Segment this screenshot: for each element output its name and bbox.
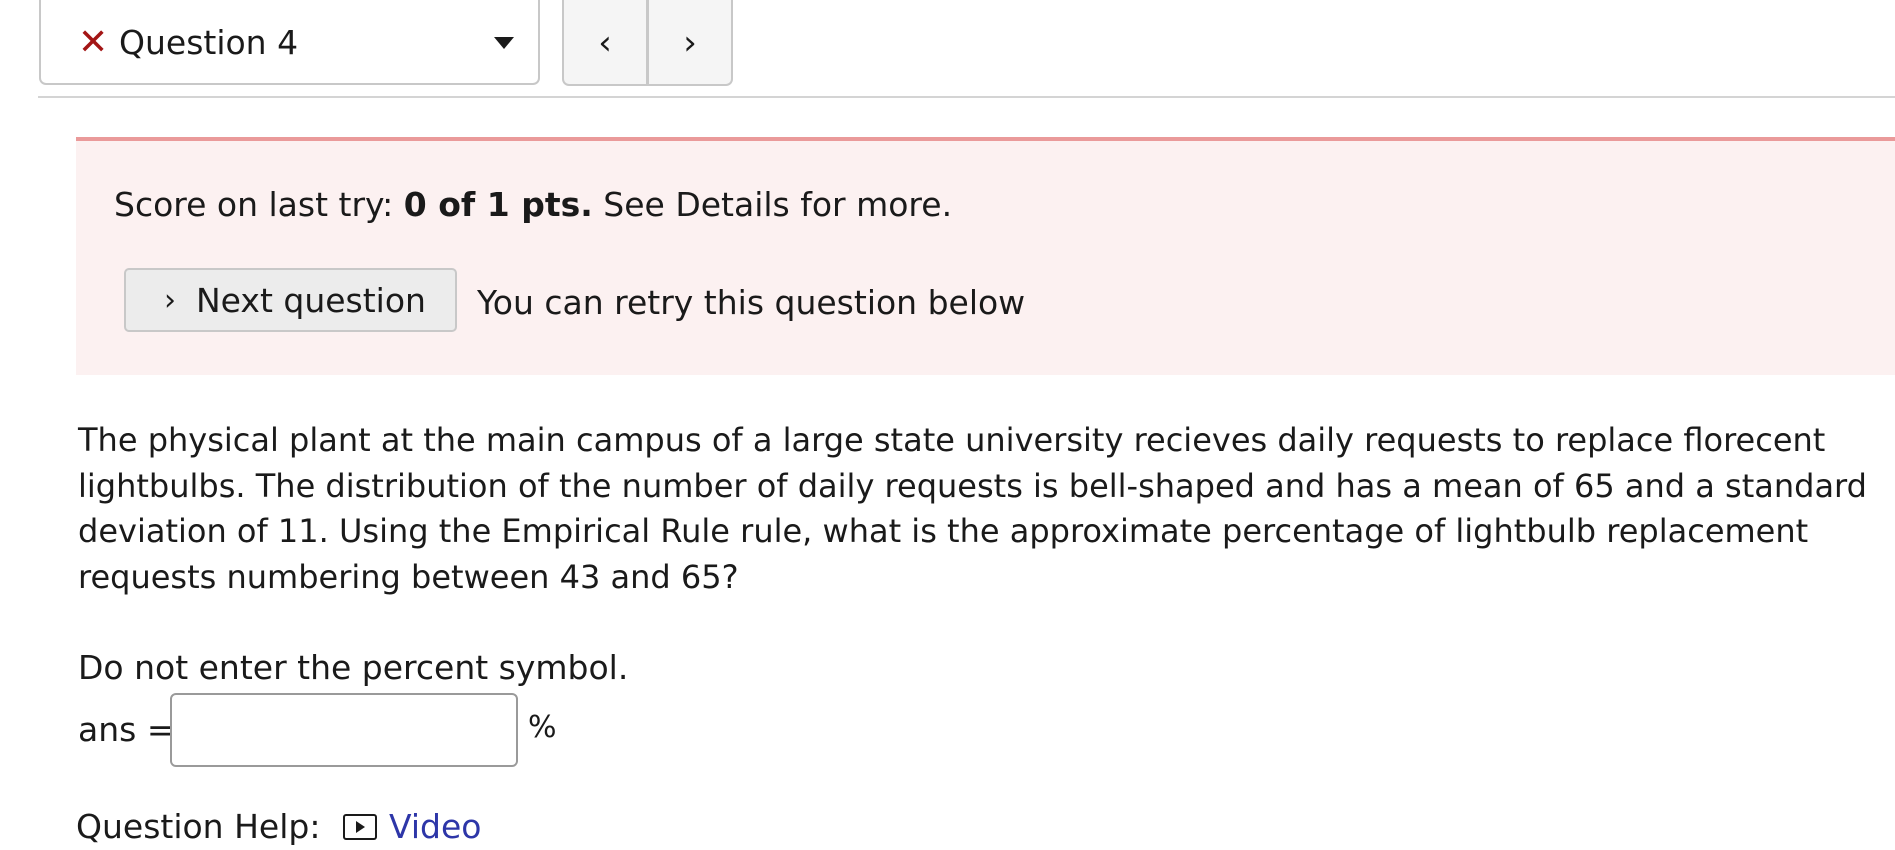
chevron-right-icon: ›	[164, 282, 176, 318]
next-question-button[interactable]: › Next question	[124, 268, 457, 332]
header-divider	[38, 96, 1895, 98]
caret-down-icon	[494, 37, 514, 49]
question-nav-group: ‹ ›	[562, 0, 733, 86]
next-question-label: Next question	[196, 280, 426, 320]
x-icon: ✕	[78, 21, 109, 63]
question-selector-label: Question 4	[119, 23, 299, 62]
question-selector[interactable]: ✕ Question 4	[39, 0, 540, 85]
question-text: The physical plant at the main campus of…	[78, 421, 1867, 596]
previous-question-button[interactable]: ‹	[564, 0, 649, 84]
video-link-label: Video	[389, 807, 482, 846]
next-question-arrow-button[interactable]: ›	[649, 0, 731, 84]
score-panel: Score on last try: 0 of 1 pts. See Detai…	[76, 137, 1895, 375]
percent-unit: %	[528, 710, 557, 745]
answer-input[interactable]	[170, 693, 518, 767]
video-help-link[interactable]: Video	[343, 807, 481, 846]
question-help-label: Question Help:	[76, 807, 321, 846]
score-prefix: Score on last try:	[114, 185, 394, 224]
answer-instruction: Do not enter the percent symbol.	[78, 648, 629, 687]
chevron-left-icon: ‹	[598, 23, 612, 63]
video-play-icon	[343, 813, 377, 840]
answer-label: ans =	[78, 710, 175, 749]
score-suffix: See Details for more.	[603, 185, 953, 224]
chevron-right-icon: ›	[683, 23, 697, 63]
retry-message: You can retry this question below	[477, 283, 1026, 322]
score-value: 0 of 1 pts.	[403, 185, 593, 224]
question-page: ✕ Question 4 ‹ › Score on last try: 0 of…	[0, 0, 1895, 850]
score-summary: Score on last try: 0 of 1 pts. See Detai…	[114, 185, 952, 224]
